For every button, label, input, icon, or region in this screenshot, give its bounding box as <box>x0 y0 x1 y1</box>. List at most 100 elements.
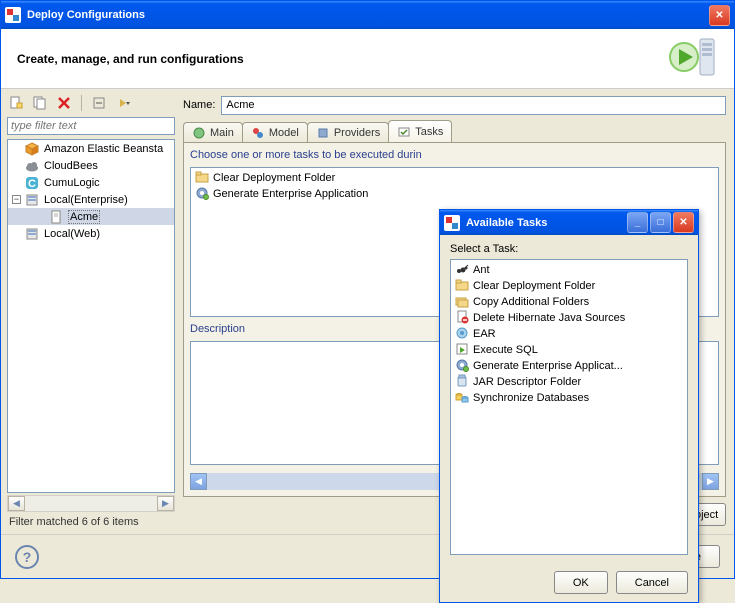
available-task-row[interactable]: Clear Deployment Folder <box>453 278 685 294</box>
sql-icon <box>455 342 469 359</box>
cloud-icon <box>24 158 40 174</box>
available-task-row[interactable]: JAR Descriptor Folder <box>453 374 685 390</box>
tasks-group-header: Choose one or more tasks to be executed … <box>190 149 719 161</box>
app-icon <box>5 7 21 23</box>
available-task-label: Copy Additional Folders <box>473 296 589 308</box>
tab-icon <box>192 126 206 140</box>
available-task-row[interactable]: Generate Enterprise Applicat... <box>453 358 685 374</box>
scroll-left-icon[interactable]: ◀ <box>190 473 207 490</box>
tree-item[interactable]: Acme <box>8 208 174 225</box>
new-config-button[interactable] <box>7 94 25 112</box>
task-label: Clear Deployment Folder <box>213 172 335 184</box>
tree-item-label: Local(Enterprise) <box>44 194 128 206</box>
config-tab-row: Main Model Providers Tasks <box>183 121 726 143</box>
collapse-all-button[interactable] <box>90 94 108 112</box>
page-icon <box>48 209 64 225</box>
available-task-label: JAR Descriptor Folder <box>473 376 581 388</box>
tree-item-label: Acme <box>68 210 100 224</box>
expand-toggle-icon[interactable]: − <box>12 195 21 204</box>
available-task-row[interactable]: EAR <box>453 326 685 342</box>
delete-button[interactable] <box>55 94 73 112</box>
svg-text:C: C <box>28 178 36 190</box>
config-tree[interactable]: Amazon Elastic Beansta CloudBees C CumuLogi… <box>7 139 175 493</box>
tab-icon <box>316 126 330 140</box>
tab-label: Model <box>269 127 299 139</box>
tab-icon <box>397 125 411 139</box>
tab-providers[interactable]: Providers <box>307 122 389 142</box>
name-label: Name: <box>183 99 215 111</box>
tree-item[interactable]: C CumuLogic <box>8 174 174 191</box>
available-tasks-list[interactable]: Ant Clear Deployment Folder Copy Additiona… <box>450 259 688 555</box>
task-row[interactable]: Clear Deployment Folder <box>193 170 716 186</box>
tab-tasks[interactable]: Tasks <box>388 120 452 142</box>
tab-label: Tasks <box>415 126 443 138</box>
available-task-row[interactable]: Ant <box>453 262 685 278</box>
run-server-icon <box>664 35 720 79</box>
tree-item[interactable]: − Local(Enterprise) <box>8 191 174 208</box>
header-title: Create, manage, and run configurations <box>17 52 244 66</box>
ant-icon <box>455 262 469 279</box>
available-task-label: Ant <box>473 264 490 276</box>
deploy-configurations-window: Deploy Configurations ✕ Create, manage, … <box>0 0 735 579</box>
main-titlebar[interactable]: Deploy Configurations ✕ <box>1 1 734 29</box>
folder-clear-icon <box>195 170 209 187</box>
ear-icon <box>455 326 469 343</box>
tree-item[interactable]: Local(Web) <box>8 225 174 242</box>
scroll-right-icon[interactable]: ▶ <box>702 473 719 490</box>
available-task-row[interactable]: Copy Additional Folders <box>453 294 685 310</box>
available-task-label: Delete Hibernate Java Sources <box>473 312 625 324</box>
tree-item-label: Local(Web) <box>44 228 100 240</box>
filter-menu-button[interactable] <box>114 94 132 112</box>
tree-hscrollbar[interactable]: ◀ ▶ <box>7 495 175 512</box>
task-label: Generate Enterprise Application <box>213 188 368 200</box>
dialog-maximize-button[interactable]: □ <box>650 212 671 233</box>
ok-button[interactable]: OK <box>554 571 608 594</box>
dialog-title: Available Tasks <box>466 217 547 229</box>
delete-icon <box>455 310 469 327</box>
duplicate-button[interactable] <box>31 94 49 112</box>
window-title: Deploy Configurations <box>27 9 145 21</box>
available-tasks-dialog: Available Tasks _ □ ✕ Select a Task: Ant… <box>439 209 699 603</box>
window-close-button[interactable]: ✕ <box>709 5 730 26</box>
dialog-header: Create, manage, and run configurations <box>1 29 734 89</box>
filter-input[interactable] <box>7 117 175 135</box>
tree-item-label: Amazon Elastic Beansta <box>44 143 163 155</box>
srv-icon <box>24 226 40 242</box>
folder-clear-icon <box>455 278 469 295</box>
scroll-left-icon[interactable]: ◀ <box>8 496 25 511</box>
gear-icon <box>195 186 209 203</box>
available-task-label: Synchronize Databases <box>473 392 589 404</box>
dialog-app-icon <box>444 215 460 231</box>
available-task-row[interactable]: Synchronize Databases <box>453 390 685 406</box>
tree-item-label: CloudBees <box>44 160 98 172</box>
tree-item[interactable]: CloudBees <box>8 157 174 174</box>
cube-icon <box>24 141 40 157</box>
scroll-right-icon[interactable]: ▶ <box>157 496 174 511</box>
dialog-titlebar[interactable]: Available Tasks _ □ ✕ <box>440 210 698 235</box>
folder-copy-icon <box>455 294 469 311</box>
tree-item[interactable]: Amazon Elastic Beansta <box>8 140 174 157</box>
available-task-label: Clear Deployment Folder <box>473 280 595 292</box>
dialog-prompt: Select a Task: <box>450 243 688 255</box>
available-task-label: Generate Enterprise Applicat... <box>473 360 623 372</box>
cancel-button[interactable]: Cancel <box>616 571 688 594</box>
available-task-row[interactable]: Delete Hibernate Java Sources <box>453 310 685 326</box>
available-task-row[interactable]: Execute SQL <box>453 342 685 358</box>
c-icon: C <box>24 175 40 191</box>
available-task-label: EAR <box>473 328 496 340</box>
tab-icon <box>251 126 265 140</box>
available-task-label: Execute SQL <box>473 344 538 356</box>
task-row[interactable]: Generate Enterprise Application <box>193 186 716 202</box>
left-panel: Amazon Elastic Beansta CloudBees C CumuLogi… <box>3 91 179 532</box>
name-input[interactable] <box>221 96 726 115</box>
tab-model[interactable]: Model <box>242 122 308 142</box>
gear-icon <box>455 358 469 375</box>
tree-item-label: CumuLogic <box>44 177 100 189</box>
help-button[interactable]: ? <box>15 545 39 569</box>
dialog-minimize-button[interactable]: _ <box>627 212 648 233</box>
tab-main[interactable]: Main <box>183 122 243 142</box>
dialog-close-button[interactable]: ✕ <box>673 212 694 233</box>
tab-label: Main <box>210 127 234 139</box>
filter-status: Filter matched 6 of 6 items <box>3 512 179 532</box>
srv-icon <box>24 192 40 208</box>
